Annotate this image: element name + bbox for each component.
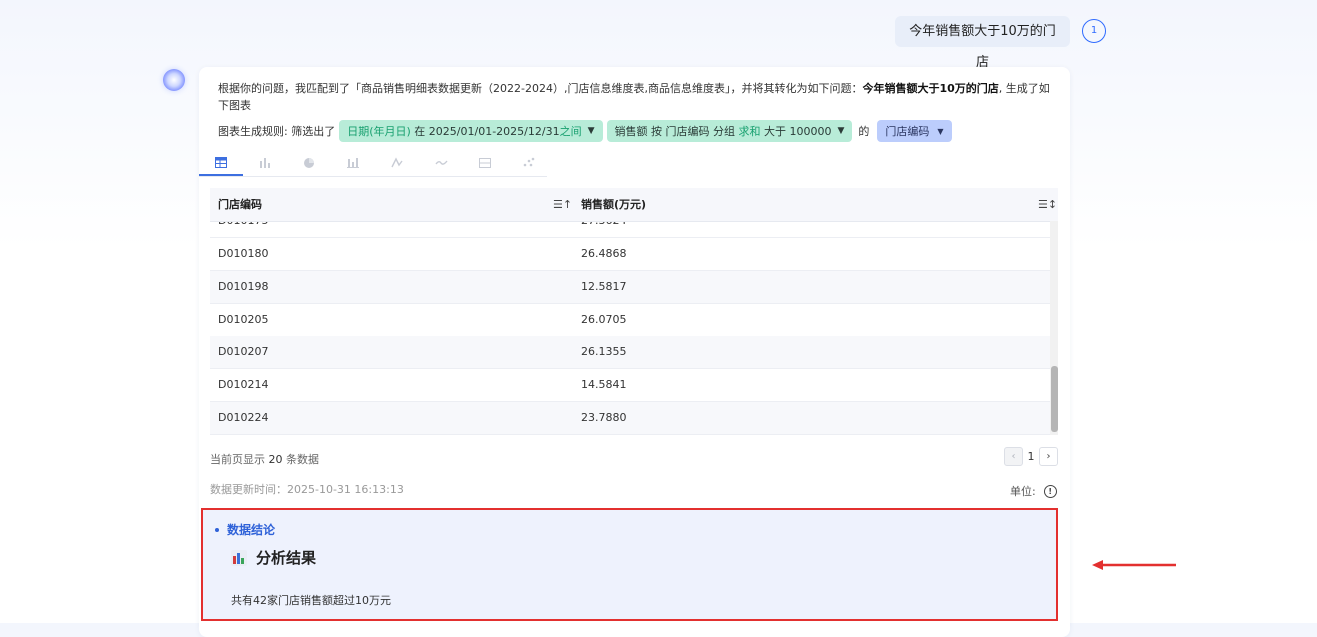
chevron-down-icon: ▼	[937, 126, 944, 136]
table-row: D010207 26.1355	[210, 336, 1050, 369]
data-conclusion-panel: 数据结论 分析结果 共有42家门店销售额超过10万元	[201, 508, 1058, 621]
user-avatar[interactable]: 1	[1082, 19, 1106, 43]
info-icon[interactable]: !	[1043, 484, 1057, 498]
dimension-chip[interactable]: 门店编码 ▼	[877, 120, 952, 142]
kpi-icon[interactable]	[463, 150, 507, 175]
filter-icon[interactable]: ▼	[838, 126, 845, 136]
rule-label: 图表生成规则: 筛选出了	[218, 125, 336, 138]
bar-chart-icon[interactable]	[243, 150, 287, 175]
user-message-bubble: 今年销售额大于10万的门店	[895, 16, 1070, 70]
line-icon[interactable]	[375, 150, 419, 175]
scrollbar-thumb[interactable]	[1051, 366, 1058, 432]
bullet-icon	[215, 527, 219, 532]
table-header-overlay: 门店编码 ☰↑ 销售额(万元) ☰↕	[210, 188, 1058, 222]
chart-type-tabs	[199, 150, 547, 177]
assistant-avatar	[163, 69, 185, 91]
table-row: D010180 26.4868	[210, 238, 1050, 271]
table-scrollbar[interactable]	[1050, 221, 1058, 435]
page-info: 当前页显示 20 条数据	[210, 453, 319, 466]
unit-indicator: 单位: !	[1010, 483, 1057, 499]
filter-icon[interactable]: ▼	[588, 126, 595, 136]
table-row: D010198 12.5817	[210, 271, 1050, 304]
user-question: 今年销售额大于10万的门店	[909, 24, 1056, 70]
red-arrow-icon	[1092, 560, 1176, 570]
update-time: 数据更新时间：2025-10-31 16:13:13	[210, 483, 404, 496]
answer-intro: 根据你的问题，我匹配到了「商品销售明细表数据更新（2022-2024）,门店信息…	[218, 82, 1050, 112]
data-table: 门店编码 ☰↑ 销售额(万元) ☰↕ D010175 27.3624 D0101…	[210, 188, 1058, 435]
chart-rule-row: 图表生成规则: 筛选出了 日期(年月日) 在 2025/01/01-2025/1…	[218, 120, 952, 142]
result-summary: 共有42家门店销售额超过10万元	[231, 594, 391, 607]
table-row: D010224 23.7880	[210, 402, 1050, 435]
conclusion-heading: 数据结论	[215, 521, 275, 538]
sales-filter-chip[interactable]: 销售额 按 门店编码 分组 求和 大于 100000 ▼	[606, 120, 853, 142]
grouped-bar-icon[interactable]	[331, 150, 375, 175]
current-page-number[interactable]: 1	[1024, 447, 1038, 466]
pie-chart-icon[interactable]	[287, 150, 331, 175]
connector-text: 的	[858, 125, 870, 138]
next-page-button[interactable]: ›	[1039, 447, 1058, 466]
bar-chart-emoji-icon	[231, 549, 247, 566]
prev-page-button[interactable]: ‹	[1004, 447, 1023, 466]
table-row: D010205 26.0705	[210, 304, 1050, 337]
date-filter-chip[interactable]: 日期(年月日) 在 2025/01/01-2025/12/31 之间 ▼	[339, 120, 603, 142]
area-icon[interactable]	[419, 150, 463, 175]
scatter-icon[interactable]	[507, 150, 551, 175]
result-heading: 分析结果	[231, 547, 316, 568]
table-row: D010214 14.5841	[210, 369, 1050, 402]
table-icon[interactable]	[199, 150, 243, 176]
